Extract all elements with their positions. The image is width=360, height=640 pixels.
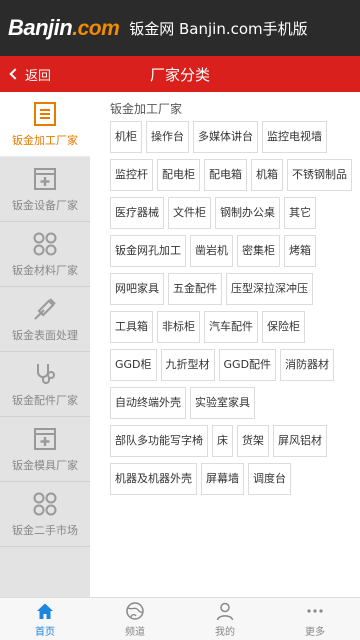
sidebar-item-label: 钣金表面处理 <box>12 328 78 342</box>
category-tag[interactable]: 监控杆 <box>110 159 153 191</box>
category-tag[interactable]: 五金配件 <box>168 273 222 305</box>
plus-box-icon <box>34 427 56 450</box>
bottom-tab-bar: 首页 频道 我的 更多 <box>0 597 360 640</box>
banjin-logo[interactable]: Banjin .com <box>8 15 120 41</box>
sidebar-item-equipment[interactable]: 钣金设备厂家 <box>0 157 90 222</box>
brand-subtitle: 钣金网 Banjin.com手机版 <box>129 19 308 38</box>
sidebar-item-label: 钣金二手市场 <box>12 523 78 537</box>
category-tag[interactable]: 九折型材 <box>160 349 215 381</box>
tab-more[interactable]: 更多 <box>270 598 360 640</box>
plus-box-icon <box>34 167 56 190</box>
sidebar-item-parts[interactable]: 钣金配件厂家 <box>0 352 90 417</box>
sidebar-item-label: 钣金模具厂家 <box>12 458 78 472</box>
brand-bar: Banjin .com 钣金网 Banjin.com手机版 <box>0 0 360 56</box>
category-tag[interactable]: 配电箱 <box>204 159 247 191</box>
category-tag[interactable]: 工具箱 <box>110 311 153 343</box>
category-tag[interactable]: 部队多功能写字椅 <box>110 425 208 457</box>
category-tag[interactable]: 密集柜 <box>237 235 280 267</box>
category-tag[interactable]: 实验室家具 <box>190 387 255 419</box>
sidebar-item-processing[interactable]: 钣金加工厂家 <box>0 92 90 157</box>
sidebar-item-secondhand[interactable]: 钣金二手市场 <box>0 482 90 547</box>
page-header: 返回 厂家分类 <box>0 56 360 92</box>
page-title: 厂家分类 <box>149 65 210 84</box>
category-tag[interactable]: 屏风铝材 <box>273 425 327 457</box>
tab-label: 频道 <box>125 626 145 638</box>
stethoscope-icon <box>37 363 55 384</box>
category-tag[interactable]: GGD柜 <box>110 349 157 381</box>
category-tag[interactable]: 保险柜 <box>262 311 305 343</box>
category-tag[interactable]: 网吧家具 <box>110 273 164 305</box>
sidebar-item-materials[interactable]: 钣金材料厂家 <box>0 222 90 287</box>
category-tag[interactable]: 多媒体讲台 <box>193 121 258 153</box>
category-tag[interactable]: 机箱 <box>251 159 283 191</box>
globe-icon <box>126 601 144 620</box>
category-tag[interactable]: 凿岩机 <box>190 235 233 267</box>
category-tag[interactable]: 不锈钢制品 <box>287 159 352 191</box>
category-tag[interactable]: 汽车配件 <box>204 311 258 343</box>
more-dots-icon <box>307 608 323 613</box>
category-tag[interactable]: 压型深拉深冲压 <box>226 273 313 305</box>
sidebar-item-surface[interactable]: 钣金表面处理 <box>0 287 90 352</box>
section-title: 钣金加工厂家 <box>110 102 183 116</box>
category-tag[interactable]: 床 <box>212 425 233 457</box>
list-icon <box>34 101 56 126</box>
user-icon <box>216 602 234 620</box>
logo-text-domain: .com <box>72 17 120 40</box>
back-button[interactable]: 返回 <box>8 56 51 92</box>
category-tag[interactable]: 自动终端外壳 <box>110 387 186 419</box>
category-tag[interactable]: 钢制办公桌 <box>215 197 280 229</box>
category-tag[interactable]: GGD配件 <box>218 349 277 381</box>
spray-gun-icon <box>34 297 56 320</box>
sidebar-item-molds[interactable]: 钣金模具厂家 <box>0 417 90 482</box>
category-tag[interactable]: 其它 <box>284 197 316 229</box>
tab-label: 更多 <box>305 626 325 638</box>
sidebar-item-label: 钣金配件厂家 <box>12 393 78 407</box>
category-tag[interactable]: 机柜 <box>110 121 142 153</box>
category-tag[interactable]: 操作台 <box>146 121 189 153</box>
sidebar-item-label: 钣金加工厂家 <box>12 133 78 147</box>
tag-list: 机柜 操作台 多媒体讲台 监控电视墙监控杆 配电柜 配电箱 机箱 不锈钢制品医疗器械 文件柜 钢制… <box>110 121 358 501</box>
category-tag[interactable]: 钣金网孔加工 <box>110 235 186 267</box>
category-tag[interactable]: 屏幕墙 <box>201 463 244 495</box>
tab-mine[interactable]: 我的 <box>180 598 270 640</box>
tab-home[interactable]: 首页 <box>0 598 90 640</box>
grid-circles-icon <box>33 232 57 255</box>
sidebar-item-label: 钣金材料厂家 <box>12 263 78 277</box>
back-button-label: 返回 <box>25 68 52 84</box>
category-tag[interactable]: 配电柜 <box>157 159 200 191</box>
logo-text-main: Banjin <box>8 15 73 40</box>
chevron-left-icon <box>9 68 21 80</box>
category-tag[interactable]: 文件柜 <box>168 197 211 229</box>
tab-channels[interactable]: 频道 <box>90 598 180 640</box>
home-icon <box>37 603 53 619</box>
grid-circles-icon <box>33 492 57 515</box>
category-tag[interactable]: 消防器材 <box>280 349 335 381</box>
category-tag[interactable]: 烤箱 <box>284 235 316 267</box>
category-tag[interactable]: 调度台 <box>248 463 291 495</box>
category-content: 钣金加工厂家 机柜 操作台 多媒体讲台 监控电视墙监控杆 配电柜 配电箱 机箱 不锈钢制品医疗… <box>90 92 360 597</box>
category-tag[interactable]: 非标柜 <box>157 311 200 343</box>
category-tag[interactable]: 机器及机器外壳 <box>110 463 197 495</box>
tab-label: 我的 <box>215 626 235 638</box>
category-tag[interactable]: 医疗器械 <box>110 197 164 229</box>
category-tag[interactable]: 货架 <box>237 425 269 457</box>
tab-label: 首页 <box>35 626 55 638</box>
sidebar-item-label: 钣金设备厂家 <box>12 198 78 212</box>
category-sidebar: 钣金加工厂家 钣金设备厂家 钣金材料厂家 钣金表面处理 钣金配件厂家 钣金模具厂… <box>0 92 90 597</box>
category-tag[interactable]: 监控电视墙 <box>262 121 327 153</box>
